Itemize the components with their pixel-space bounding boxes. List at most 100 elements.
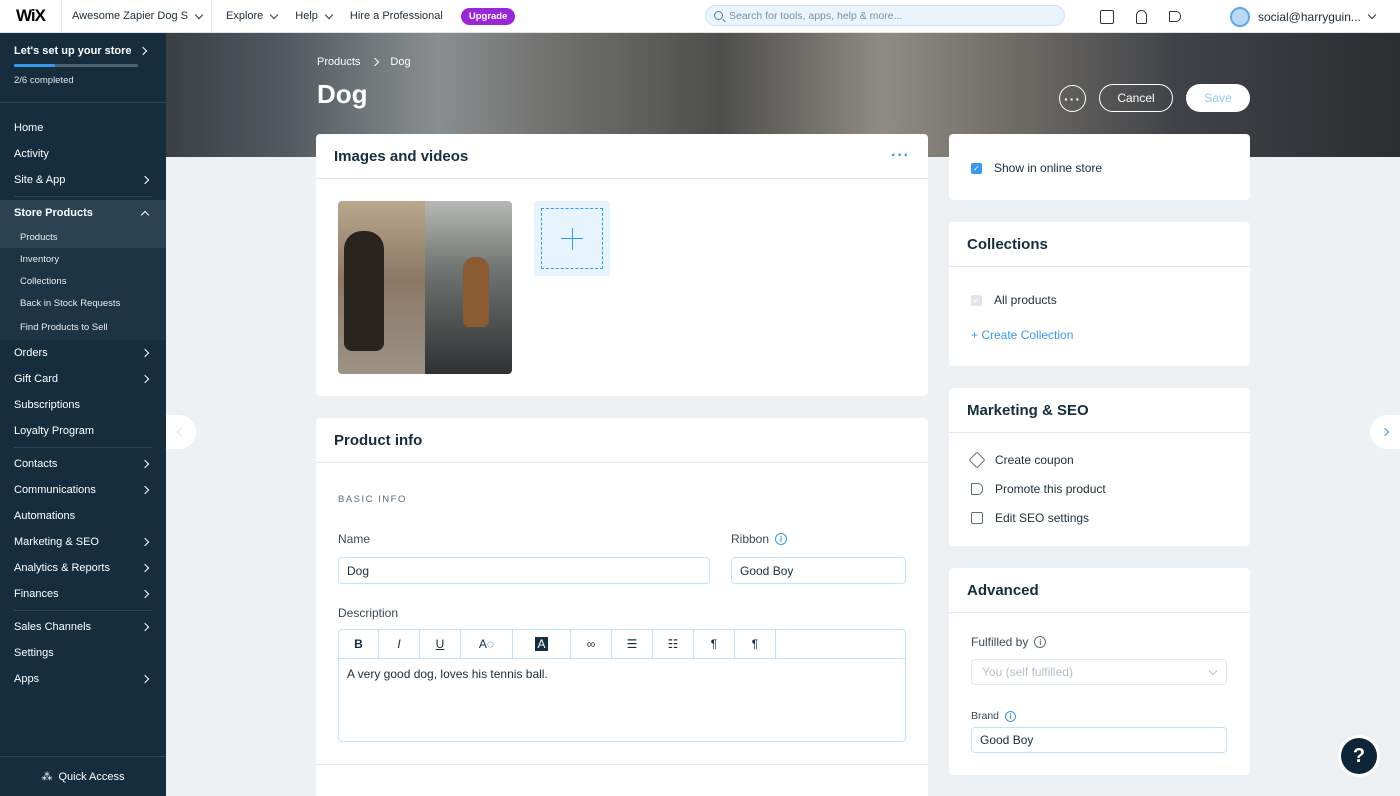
italic-button[interactable]: I xyxy=(379,630,420,658)
chevron-right-icon xyxy=(140,485,150,495)
chevron-down-icon xyxy=(1367,10,1377,20)
images-card: Images and videos ··· xyxy=(316,134,928,396)
prev-product-button[interactable] xyxy=(166,415,196,449)
divider xyxy=(316,764,928,765)
sidebar-item-site-app[interactable]: Site & App xyxy=(0,167,166,193)
chevron-right-icon xyxy=(140,348,150,358)
sidebar-item-sales-channels[interactable]: Sales Channels xyxy=(0,614,166,640)
link-button[interactable]: ∞ xyxy=(571,630,612,658)
collections-header: Collections xyxy=(949,222,1250,267)
info-icon[interactable]: i xyxy=(1034,636,1047,648)
add-media-button[interactable] xyxy=(534,201,610,276)
sidebar-item-home[interactable]: Home xyxy=(0,115,166,141)
bold-button[interactable]: B xyxy=(339,630,379,658)
show-in-store-toggle[interactable]: ✓ Show in online store xyxy=(971,161,1102,175)
chevron-right-icon xyxy=(140,459,150,469)
chevron-down-icon xyxy=(324,10,334,19)
cancel-button[interactable]: Cancel xyxy=(1099,84,1173,112)
chevron-down-icon xyxy=(270,10,279,19)
underline-button[interactable]: U xyxy=(420,630,461,658)
sidebar-item-analytics[interactable]: Analytics & Reports xyxy=(0,555,166,581)
search-placeholder: Search for tools, apps, help & more... xyxy=(729,9,903,22)
sidebar-item-gift-card[interactable]: Gift Card xyxy=(0,366,166,392)
user-menu[interactable]: social@harryguin... xyxy=(1230,0,1377,33)
wix-logo[interactable]: WiX xyxy=(0,0,62,33)
checkbox-disabled-icon: ✓ xyxy=(971,294,982,306)
seo-settings-icon xyxy=(971,512,983,524)
setup-progress-text: 2/6 completed xyxy=(14,75,74,86)
collections-card: Collections ✓ All products + Create Coll… xyxy=(949,222,1250,366)
checkbox-checked-icon[interactable]: ✓ xyxy=(971,162,982,174)
sidebar-subitem-inventory[interactable]: Inventory xyxy=(0,248,166,270)
divider xyxy=(14,196,152,197)
promote-product-link[interactable]: Promote this product xyxy=(971,482,1106,496)
sidebar-item-activity[interactable]: Activity xyxy=(0,141,166,167)
site-selector[interactable]: Awesome Zapier Dog S xyxy=(62,0,212,33)
chevron-down-icon xyxy=(1208,666,1218,675)
sidebar-item-settings[interactable]: Settings xyxy=(0,640,166,666)
product-image[interactable] xyxy=(338,201,512,374)
ellipsis-icon: ··· xyxy=(1064,90,1081,107)
paragraph-ltr-icon: ¶ xyxy=(751,637,759,651)
name-label: Name xyxy=(338,532,371,546)
images-card-header: Images and videos ··· xyxy=(316,134,928,179)
sidebar-item-communications[interactable]: Communications xyxy=(0,477,166,503)
quick-access-button[interactable]: ⁂ Quick Access xyxy=(0,756,166,796)
more-actions-button[interactable]: ··· xyxy=(1059,85,1086,112)
setup-panel[interactable]: Let's set up your store 2/6 completed xyxy=(0,33,166,103)
chevron-left-icon xyxy=(176,427,186,437)
sidebar-item-store-products[interactable]: Store Products xyxy=(0,200,166,226)
product-info-title: Product info xyxy=(334,431,423,449)
bullet-list-button[interactable]: ☰ xyxy=(612,630,653,658)
divider xyxy=(14,610,152,611)
text-color-button[interactable]: A◌ xyxy=(461,630,513,658)
sidebar-item-contacts[interactable]: Contacts xyxy=(0,451,166,477)
setup-title: Let's set up your store xyxy=(14,45,152,57)
brand-input[interactable]: Good Boy xyxy=(971,727,1227,753)
sidebar-item-automations[interactable]: Automations xyxy=(0,503,166,529)
nav-hire-professional[interactable]: Hire a Professional xyxy=(350,10,443,22)
bell-icon[interactable] xyxy=(1136,9,1147,24)
highlight-button[interactable]: A xyxy=(513,630,571,658)
nav-explore[interactable]: Explore xyxy=(226,10,279,22)
edit-seo-link[interactable]: Edit SEO settings xyxy=(971,511,1089,525)
chat-icon[interactable] xyxy=(1100,9,1114,24)
ellipsis-icon[interactable]: ··· xyxy=(891,147,910,165)
sidebar-item-finances[interactable]: Finances xyxy=(0,581,166,607)
rtl-button[interactable]: ¶ xyxy=(694,630,735,658)
sidebar-item-orders[interactable]: Orders xyxy=(0,340,166,366)
name-input[interactable]: Dog xyxy=(338,557,710,584)
chevron-right-icon xyxy=(140,563,150,573)
search-icon xyxy=(714,11,723,20)
info-icon[interactable]: i xyxy=(775,533,788,545)
sidebar-subitem-find-products[interactable]: Find Products to Sell xyxy=(0,314,166,340)
coupon-icon xyxy=(968,451,986,469)
sidebar-item-marketing-seo[interactable]: Marketing & SEO xyxy=(0,529,166,555)
ltr-button[interactable]: ¶ xyxy=(735,630,776,658)
sidebar-nav: Home Activity Site & App Store Products … xyxy=(0,115,166,692)
info-icon[interactable]: i xyxy=(1005,710,1017,722)
megaphone-icon xyxy=(971,483,983,495)
sidebar-subitem-back-in-stock[interactable]: Back in Stock Requests xyxy=(0,292,166,314)
create-coupon-link[interactable]: Create coupon xyxy=(968,451,1074,469)
setup-progress-fill xyxy=(14,64,56,67)
megaphone-icon[interactable] xyxy=(1169,11,1181,22)
fulfilled-by-select[interactable]: You (self fulfilled) xyxy=(971,659,1227,685)
sidebar-item-subscriptions[interactable]: Subscriptions xyxy=(0,392,166,418)
save-button[interactable]: Save xyxy=(1186,84,1250,112)
sidebar-subitem-collections[interactable]: Collections xyxy=(0,270,166,292)
marketing-header: Marketing & SEO xyxy=(949,388,1250,433)
numbered-list-button[interactable]: ☷ xyxy=(653,630,694,658)
ribbon-input[interactable]: Good Boy xyxy=(731,557,906,584)
next-product-button[interactable] xyxy=(1370,415,1400,449)
breadcrumb-products[interactable]: Products xyxy=(317,56,360,68)
sidebar-subitem-products[interactable]: Products xyxy=(0,226,166,248)
sidebar-item-apps[interactable]: Apps xyxy=(0,666,166,692)
upgrade-button[interactable]: Upgrade xyxy=(460,7,516,25)
create-collection-link[interactable]: + Create Collection xyxy=(971,328,1073,342)
search-input[interactable]: Search for tools, apps, help & more... xyxy=(705,5,1065,26)
nav-help[interactable]: Help xyxy=(295,10,334,22)
sidebar-item-loyalty[interactable]: Loyalty Program xyxy=(0,418,166,444)
help-button[interactable]: ? xyxy=(1341,738,1377,774)
description-editor[interactable]: A very good dog, loves his tennis ball. xyxy=(338,658,906,742)
